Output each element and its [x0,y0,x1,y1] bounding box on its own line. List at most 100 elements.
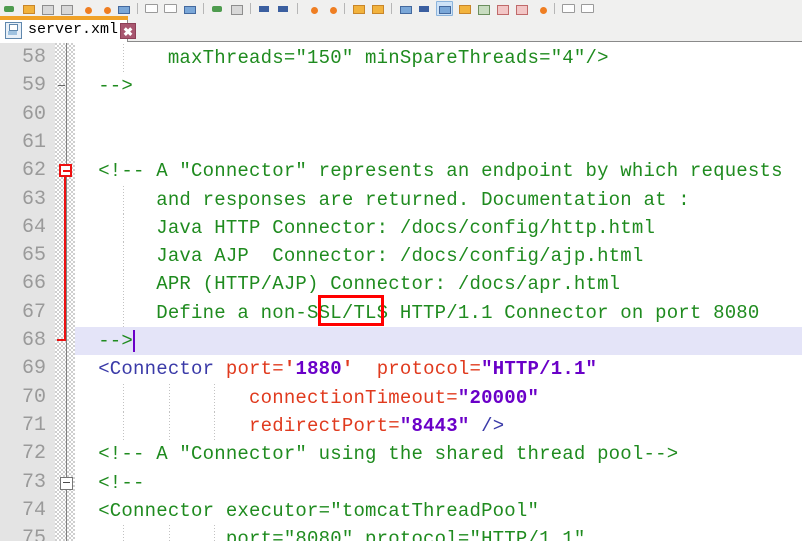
save-as-icon-glyph [85,6,92,14]
indent-guide-icon[interactable] [457,2,472,15]
show-all-chars-icon[interactable] [436,0,453,16]
toolbar-separator [250,2,251,14]
code-line[interactable]: 65 Java AJP Connector: /docs/config/ajp.… [0,242,802,271]
show-symbol-icon[interactable] [476,2,491,15]
close-file-icon[interactable] [97,2,112,15]
open-folder-icon[interactable] [21,2,36,15]
code-line[interactable]: 64 Java HTTP Connector: /docs/config/htt… [0,213,802,243]
code-line[interactable]: 61 [0,129,802,157]
editor-window: server.xml ✖ 58 maxThreads="150" minSpar… [0,0,802,541]
find-icon-glyph [259,5,269,12]
code-line[interactable]: 68 --> [0,327,802,356]
code-text: port="8080" protocol="HTTP/1.1" [75,525,585,541]
fold-collapse-marker[interactable] [60,476,73,490]
find-replace-icon[interactable] [276,2,291,15]
code-line[interactable]: 72 <!-- A "Connector" using the shared t… [0,440,802,468]
new-file-icon[interactable] [2,2,17,15]
code-line[interactable]: 73 <!-- [0,469,802,497]
code-line[interactable]: 62 <!-- A "Connector" represents an endp… [0,157,802,185]
code-line[interactable]: 60 [0,101,802,129]
line-number: 65 [21,244,46,268]
zoom-out-icon[interactable] [323,2,338,15]
tab-server-xml[interactable]: server.xml ✖ [0,16,137,42]
zoom-in-icon[interactable] [304,2,319,15]
code-line[interactable]: 59 --> [0,72,802,100]
code-token: "20000" [457,386,540,409]
save-all-icon[interactable] [59,2,74,15]
cut-icon-glyph [145,3,158,13]
redo-icon-glyph [231,4,243,15]
toolbar-separator [344,2,345,14]
bookmark-next-icon-glyph [372,4,384,14]
word-wrap-icon-glyph [419,5,429,12]
code-line[interactable]: 63 and responses are returned. Documenta… [0,185,802,214]
print-icon[interactable] [116,2,131,15]
code-text: connectionTimeout="20000" [75,384,539,412]
run-icon[interactable] [533,2,548,15]
macro-record-icon[interactable] [495,2,510,15]
panel-left-icon[interactable] [561,2,576,15]
code-token: <Connector [75,358,215,381]
code-line[interactable]: 74 <Connector executor="tomcatThreadPool… [0,497,802,525]
macro-play-icon[interactable] [514,2,529,15]
line-number: 64 [21,215,46,239]
paste-icon[interactable] [182,2,197,15]
code-line[interactable]: 58 maxThreads="150" minSpareThreads="4"/… [0,44,802,73]
print-icon-glyph [118,5,130,14]
toolbar-separator [297,2,298,14]
line-number: 75 [21,527,46,541]
bookmark-icon[interactable] [351,2,366,15]
line-number: 63 [21,187,46,211]
code-token: Define a non-SSL/TLS HTTP/1.1 Connector … [75,301,760,324]
code-editor[interactable]: 58 maxThreads="150" minSpareThreads="4"/… [0,43,802,541]
code-line[interactable]: 71 redirectPort="8443" /> [0,411,802,441]
line-number: 58 [21,46,46,69]
undo-icon[interactable] [210,2,225,15]
code-token: --> [75,75,134,98]
code-text: --> [75,327,133,355]
toolbar-separator [391,2,392,14]
code-line[interactable]: 70 connectionTimeout="20000" [0,383,802,412]
fold-collapse-marker[interactable] [59,164,72,178]
line-number: 59 [21,74,46,98]
save-icon[interactable] [40,2,55,15]
copy-icon[interactable] [163,2,178,15]
code-text: APR (HTTP/AJP) Connector: /docs/apr.html [75,270,620,298]
paste-icon-glyph [184,5,196,14]
code-line[interactable]: 69 <Connector port='1880' protocol="HTTP… [0,355,802,383]
code-line[interactable]: 75 port="8080" protocol="HTTP/1.1" [0,525,802,541]
line-number: 66 [21,272,46,296]
code-token: --> [75,330,134,352]
code-token: "HTTP/1.1" [481,358,598,381]
close-icon[interactable]: ✖ [120,22,137,39]
line-number: 73 [21,470,46,494]
code-token: <!-- A "Connector" represents an endpoin… [75,160,783,183]
toolbar-separator [203,2,204,14]
bookmark-next-icon[interactable] [370,2,385,15]
code-text: and responses are returned. Documentatio… [75,186,690,214]
code-line[interactable]: 67 Define a non-SSL/TLS HTTP/1.1 Connect… [0,298,802,327]
word-wrap-icon[interactable] [417,2,432,15]
code-token: <Connector executor="tomcatThreadPool" [75,499,540,522]
show-whitespace-icon[interactable] [398,2,413,15]
line-number: 69 [21,357,46,381]
copy-icon-glyph [164,3,177,13]
tab-active-accent [0,16,128,20]
cut-icon[interactable] [144,2,159,15]
redo-icon[interactable] [229,2,244,15]
zoom-out-icon-glyph [330,6,337,14]
find-icon[interactable] [257,2,272,15]
save-as-icon[interactable] [78,2,93,15]
bookmark-icon-glyph [353,4,365,14]
show-all-chars-icon-glyph [439,5,451,14]
show-symbol-icon-glyph [478,4,490,15]
code-token: 1880 [295,358,342,381]
panel-right-icon[interactable] [580,2,595,15]
tab-label: server.xml [28,20,119,38]
fold-region-tick [58,85,65,87]
minus-icon [63,169,70,172]
code-token: <!-- A "Connector" using the shared thre… [75,443,679,466]
code-line[interactable]: 66 APR (HTTP/AJP) Connector: /docs/apr.h… [0,270,802,299]
save-icon-glyph [42,4,54,15]
